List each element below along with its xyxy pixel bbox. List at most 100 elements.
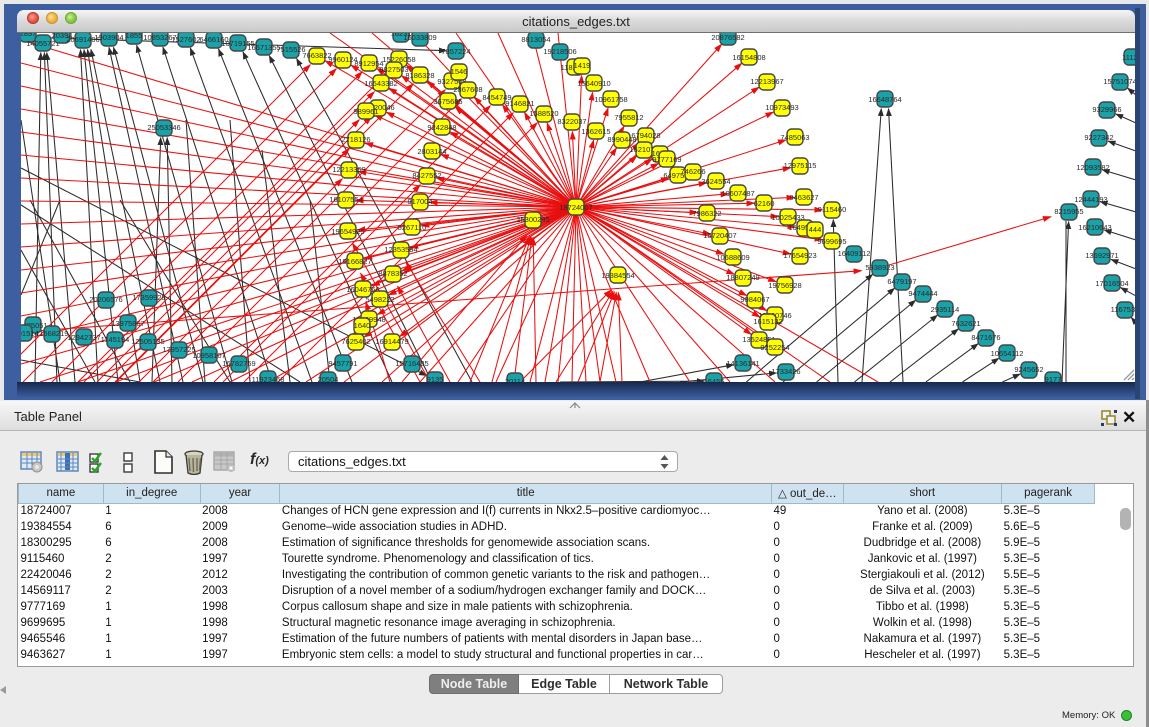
svg-text:1903904: 1903904 xyxy=(94,33,123,42)
svg-text:19166827: 19166827 xyxy=(338,257,371,266)
svg-text:444: 444 xyxy=(809,225,822,234)
svg-text:3624554: 3624554 xyxy=(701,177,730,186)
svg-text:8471676: 8471676 xyxy=(971,333,1000,342)
svg-text:16107554: 16107554 xyxy=(329,195,362,204)
svg-text:16154808: 16154808 xyxy=(732,53,765,62)
svg-text:1145194: 1145194 xyxy=(101,335,130,344)
svg-text:2935114: 2935114 xyxy=(931,305,960,314)
svg-text:19654925: 19654925 xyxy=(331,227,364,236)
svg-text:6794028: 6794028 xyxy=(631,131,660,140)
svg-text:14136141: 14136141 xyxy=(726,359,759,368)
svg-text:17359928: 17359928 xyxy=(132,293,165,302)
svg-text:9146821: 9146821 xyxy=(505,99,534,108)
svg-text:917004: 917004 xyxy=(407,197,432,206)
svg-text:7663822: 7663822 xyxy=(302,51,331,60)
svg-text:25300295: 25300295 xyxy=(516,215,549,224)
svg-text:9827503: 9827503 xyxy=(379,65,408,74)
svg-text:15716485: 15716485 xyxy=(395,359,428,368)
svg-text:17654923: 17654923 xyxy=(783,251,816,260)
svg-text:12093582: 12093582 xyxy=(1076,163,1109,172)
svg-text:13975867: 13975867 xyxy=(111,319,144,328)
svg-text:11923468: 11923468 xyxy=(252,375,285,382)
svg-text:20876582: 20876582 xyxy=(711,33,744,42)
svg-text:1615132: 1615132 xyxy=(753,317,782,326)
svg-text:1588520: 1588520 xyxy=(529,109,558,118)
svg-text:8215955: 8215955 xyxy=(1054,207,1083,216)
svg-text:1546: 1546 xyxy=(451,67,468,76)
svg-text:7857224: 7857224 xyxy=(441,47,470,56)
svg-text:11123: 11123 xyxy=(1122,53,1135,62)
svg-text:10654112: 10654112 xyxy=(991,349,1024,358)
svg-text:9474444: 9474444 xyxy=(908,289,937,298)
svg-text:9135: 9135 xyxy=(427,375,444,382)
svg-text:12213369: 12213369 xyxy=(332,165,365,174)
svg-text:5938923: 5938923 xyxy=(865,263,894,272)
svg-text:8878352: 8878352 xyxy=(378,269,407,278)
svg-text:10973493: 10973493 xyxy=(765,103,798,112)
svg-text:9227342: 9227342 xyxy=(1084,133,1113,142)
svg-text:16033809: 16033809 xyxy=(403,33,436,42)
svg-text:9177: 9177 xyxy=(1045,375,1062,382)
svg-text:7986322: 7986322 xyxy=(692,209,721,218)
svg-text:7955812: 7955812 xyxy=(614,113,643,122)
svg-text:62160: 62160 xyxy=(754,199,775,208)
svg-text:10688609: 10688609 xyxy=(716,253,749,262)
svg-text:12353594: 12353594 xyxy=(384,245,417,254)
svg-text:6479197: 6479197 xyxy=(887,277,916,286)
svg-text:2718126: 2718126 xyxy=(341,135,370,144)
svg-text:9960124: 9960124 xyxy=(328,55,357,64)
svg-text:1855: 1855 xyxy=(126,33,143,40)
svg-text:19756928: 19756928 xyxy=(768,281,801,290)
svg-text:9252254: 9252254 xyxy=(760,343,789,352)
svg-text:7632621: 7632621 xyxy=(951,319,980,328)
svg-text:10961758: 10961758 xyxy=(594,95,627,104)
svg-text:7625402: 7625402 xyxy=(341,337,370,346)
svg-text:9084067: 9084067 xyxy=(740,295,769,304)
svg-text:12213967: 12213967 xyxy=(750,77,783,86)
svg-text:16210643: 16210643 xyxy=(1078,223,1111,232)
svg-text:20504: 20504 xyxy=(318,375,339,382)
svg-text:16648764: 16648764 xyxy=(868,95,901,104)
svg-text:7485063: 7485063 xyxy=(780,133,809,142)
svg-text:1362615: 1362615 xyxy=(581,127,610,136)
svg-text:1167533: 1167533 xyxy=(1111,305,1135,314)
svg-text:12975115: 12975115 xyxy=(784,161,817,170)
svg-text:9115460: 9115460 xyxy=(818,205,847,214)
svg-text:1640: 1640 xyxy=(354,321,371,330)
svg-text:1527602: 1527602 xyxy=(171,35,200,44)
svg-text:9777169: 9777169 xyxy=(652,155,681,164)
svg-text:12444193: 12444193 xyxy=(1074,195,1107,204)
svg-text:19384554: 19384554 xyxy=(601,271,634,280)
svg-text:15720407: 15720407 xyxy=(703,231,736,240)
svg-text:11568219: 11568219 xyxy=(36,329,69,338)
svg-text:2897: 2897 xyxy=(21,33,36,38)
svg-text:2803144: 2803144 xyxy=(417,147,446,156)
svg-text:1733426: 1733426 xyxy=(771,367,800,376)
svg-text:16914479: 16914479 xyxy=(375,337,408,346)
svg-text:20206576: 20206576 xyxy=(89,295,122,304)
svg-text:746266: 746266 xyxy=(680,167,705,176)
svg-text:2867608: 2867608 xyxy=(453,85,482,94)
svg-text:8267110: 8267110 xyxy=(398,223,427,232)
svg-text:17016504: 17016504 xyxy=(1095,279,1128,288)
svg-text:16543382: 16543382 xyxy=(364,79,397,88)
svg-text:15640910: 15640910 xyxy=(577,79,610,88)
svg-text:3675685: 3675685 xyxy=(433,97,462,106)
svg-text:8813054: 8813054 xyxy=(521,35,550,44)
svg-text:9463627: 9463627 xyxy=(789,193,818,202)
svg-text:9242848: 9242848 xyxy=(427,123,456,132)
svg-text:9329966: 9329966 xyxy=(1092,105,1121,114)
svg-text:989961: 989961 xyxy=(353,107,378,116)
svg-text:8322037: 8322037 xyxy=(557,117,586,126)
svg-text:16409112: 16409112 xyxy=(838,249,871,258)
svg-text:12505135: 12505135 xyxy=(131,337,164,346)
svg-text:16782759: 16782759 xyxy=(222,359,255,368)
svg-text:25053346: 25053346 xyxy=(147,123,180,132)
svg-text:7515526: 7515526 xyxy=(276,45,305,54)
svg-text:9457791: 9457791 xyxy=(328,359,357,368)
svg-text:1419: 1419 xyxy=(574,61,591,70)
svg-text:9245652: 9245652 xyxy=(1014,365,1043,374)
svg-text:13692971: 13692971 xyxy=(1085,251,1118,260)
svg-text:18807249: 18807249 xyxy=(726,273,759,282)
svg-text:5498222: 5498222 xyxy=(365,295,394,304)
